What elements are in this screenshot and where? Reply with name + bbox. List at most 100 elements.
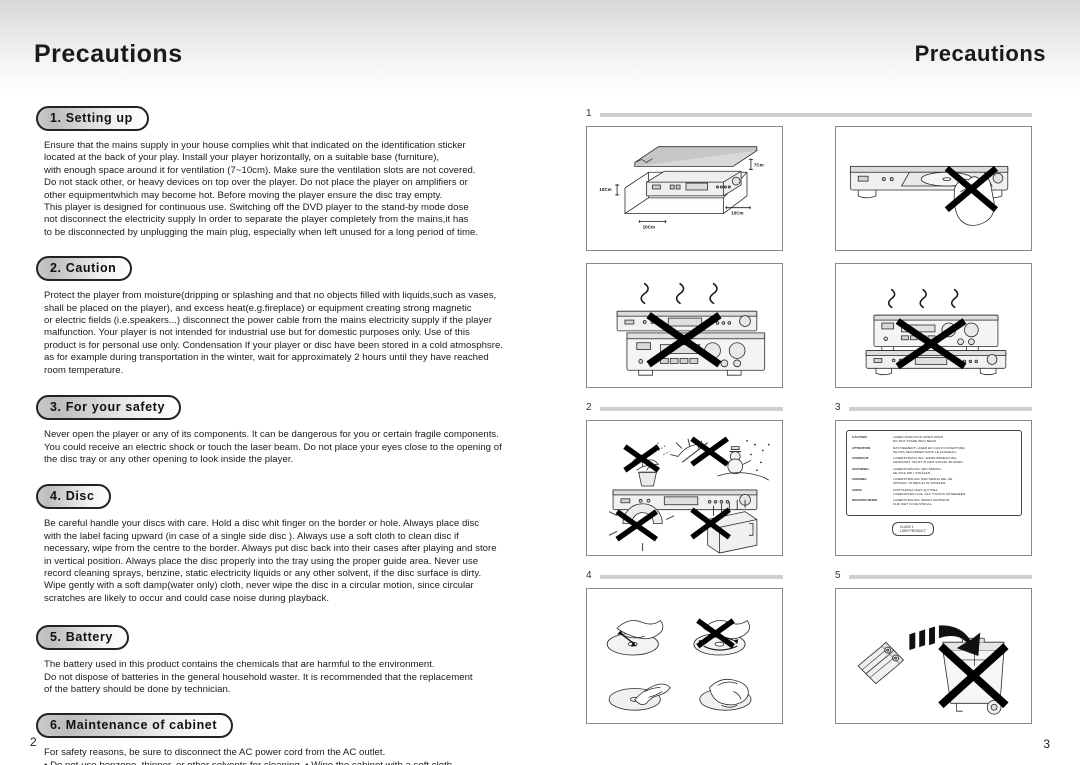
body-line: Do not stack other, or heavy devices on … <box>44 177 468 189</box>
laser-row: VARO! AVATTAESSA OLET ALTTIINA LASERSÄTE… <box>852 488 1016 496</box>
figure-number: 5 <box>835 570 841 581</box>
laser-text-line: GEÖFFNET. NICHT IN DEN STRAHL BLICKEN. <box>893 460 964 465</box>
section-maintenance-of-cabinet: 6. Maintenance of cabinet For safety rea… <box>0 713 560 765</box>
figure-row-1-label: 1 <box>586 108 1032 122</box>
section-body-3: Never open the player or any of its comp… <box>44 429 530 466</box>
section-body-5: The battery used in this product contain… <box>44 659 530 696</box>
laser-row: VARNING LASERSTRÅLING NÄR DENNA DEL ÄR Ö… <box>852 477 1016 485</box>
figure-avoid-hazards <box>586 420 783 556</box>
section-disc: 4. Disc Be careful handle your discs wit… <box>0 484 560 605</box>
body-line: record cleaning sprays, benzine, static … <box>44 567 482 579</box>
body-line: as for example during transportation in … <box>44 352 489 364</box>
body-line: located at the back of your play. Instal… <box>44 152 440 164</box>
page-title-left: Precautions <box>34 40 183 68</box>
figure-number: 4 <box>586 570 592 581</box>
section-heading-1: 1. Setting up <box>36 106 149 131</box>
section-heading-6: 6. Maintenance of cabinet <box>36 713 234 739</box>
laser-text: LASERSTRALING INDIEN GEOPEND, KIJK NIET … <box>893 498 950 506</box>
svg-text:7Cm: 7Cm <box>754 162 764 167</box>
laser-text: LASERSTRÅLING NÄR DENNA DEL ÄR ÖPPNAD. S… <box>893 477 952 485</box>
body-line: scratches are likely to occur and could … <box>44 592 330 604</box>
figure-disc-handling-and-cleaning <box>586 588 783 724</box>
laser-caution-label: CAUTION LASER RADIATION WHEN OPEN DO NOT… <box>846 430 1022 516</box>
section-body-4: Be careful handle your discs with care. … <box>44 518 530 605</box>
laser-text-line: KIJK NIET IN DE STRAAL. <box>893 502 933 507</box>
laser-text-line: LASERSÄTEILYLLE. ÄLÄ TUIJOTA SÄTEESEEN. <box>893 491 967 496</box>
figure-rule <box>849 575 1032 579</box>
page-title-right: Precautions <box>914 41 1046 66</box>
section-battery: 5. Battery The battery used in this prod… <box>0 625 560 696</box>
figure-laser-warning-label: CAUTION LASER RADIATION WHEN OPEN DO NOT… <box>835 420 1032 556</box>
figure-no-player-under-amplifier <box>835 263 1032 388</box>
figure-row-1: 7Cm 10Cm 10Cm 10Cm <box>586 126 1032 251</box>
figure-row-5-label: 5 <box>835 570 1032 584</box>
figure-rule <box>600 575 783 579</box>
body-line: the disc tray or any other opening to lo… <box>44 453 294 465</box>
left-text-column: 1. Setting up Ensure that the mains supp… <box>0 96 560 765</box>
body-line: to be disconnected by unplugging the mai… <box>44 226 479 238</box>
laser-language: WAARSCHWING <box>852 498 878 502</box>
body-line: with the label facing upward (in case of… <box>44 530 459 542</box>
figure-number: 2 <box>586 402 592 413</box>
body-line: or electric fields (i.e.speakers...) dis… <box>44 315 492 327</box>
body-line: The battery used in this product contain… <box>44 659 435 671</box>
body-line: malfunction. Your player is not intended… <box>44 327 470 339</box>
section-body-2: Protect the player from moisture(drippin… <box>44 290 530 377</box>
figure-battery-disposal <box>835 588 1032 724</box>
figure-row-3b-label: 3 <box>835 402 1032 416</box>
section-heading-4: 4. Disc <box>36 484 111 510</box>
body-line: Be careful handle your discs with care. … <box>44 518 480 530</box>
laser-language: ATTENTION <box>852 445 871 450</box>
laser-row: CAUTION LASER RADIATION WHEN OPEN DO NOT… <box>852 435 1016 443</box>
figure-number: 3 <box>835 402 841 413</box>
laser-text: LASERSTRÅLING VED ÅBNING. SE IKKE IND I … <box>893 467 942 475</box>
figure-row-4-label: 4 <box>586 570 783 584</box>
laser-text-line: ÖPPNAD. STIRRA EJ IN STRÅLEN. <box>893 481 947 486</box>
body-line: Protect the player from moisture(drippin… <box>44 290 497 302</box>
body-bullet: • Do not use benzene, thinner, or other … <box>44 760 302 765</box>
body-line: Do not dispose of batteries in the gener… <box>44 671 473 683</box>
figure-rule <box>600 407 783 411</box>
section-caution: 2. Caution Protect the player from moist… <box>0 256 560 377</box>
manual-page-spread: Precautions Precautions 1. Setting up En… <box>0 0 1080 765</box>
page-number-left: 2 <box>30 735 37 749</box>
figure-row-3-label: 2 <box>586 402 783 416</box>
laser-language: VARNING <box>852 477 867 481</box>
laser-language: ADVARSEL <box>852 466 870 471</box>
body-line: Ensure that the mains supply in your hou… <box>44 140 466 151</box>
body-line: shall be placed on the player), and exce… <box>44 302 472 314</box>
section-heading-3: 3. For your safety <box>36 395 181 421</box>
laser-language: CAUTION <box>852 435 867 439</box>
section-body-6: For safety reasons, be sure to disconnec… <box>44 747 530 765</box>
svg-text:10Cm: 10Cm <box>731 211 743 216</box>
body-line: necessary, wipe from the centre to the b… <box>44 543 497 555</box>
body-line: You could receive an electric shock or t… <box>44 441 502 453</box>
body-line: Never open the player or any of its comp… <box>44 429 499 441</box>
section-heading-2: 2. Caution <box>36 256 133 282</box>
laser-language: VARO! <box>852 487 863 492</box>
section-heading-5: 5. Battery <box>36 625 129 651</box>
laser-text: LASER RADIATION WHEN OPEN DO NOT STARE I… <box>893 435 943 443</box>
laser-language: VORSICHT <box>852 456 869 460</box>
body-line: room temperature. <box>44 364 124 376</box>
body-line: For safety reasons, be sure to disconnec… <box>44 747 386 759</box>
body-line: This player is designed for continuous u… <box>44 202 469 214</box>
page-number-right: 3 <box>1043 737 1050 751</box>
laser-text-line: DO NOT STARE INFO BEAM <box>893 439 936 444</box>
figure-rule <box>600 113 1032 117</box>
figure-ventilation-clearance: 7Cm 10Cm 10Cm 10Cm <box>586 126 783 251</box>
laser-text-line: SE IKKE IND I STRÅLEN., <box>893 470 933 475</box>
laser-class-line: LSER PRODUCT <box>900 528 926 533</box>
figure-row-2 <box>586 263 1032 388</box>
laser-text: LASERSTRAHLUNG. WENN ABDECKUNG GEÖFFNET.… <box>893 456 964 464</box>
body-line: with enough space around it for ventilat… <box>44 164 476 176</box>
section-for-your-safety: 3. For your safety Never open the player… <box>0 395 560 466</box>
figure-rule <box>849 407 1032 411</box>
body-bullet: • Wipe the cabinet with a soft cloth. <box>305 760 455 765</box>
figure-do-not-touch-disc <box>835 126 1032 251</box>
figure-number: 1 <box>586 108 592 119</box>
body-line: product is for personal use only. Conden… <box>44 339 504 351</box>
section-body-1: Ensure that the mains supply in your hou… <box>44 140 530 239</box>
laser-row: WAARSCHWING LASERSTRALING INDIEN GEOPEND… <box>852 498 1016 506</box>
laser-row: VORSICHT LASERSTRAHLUNG. WENN ABDECKUNG … <box>852 456 1016 464</box>
